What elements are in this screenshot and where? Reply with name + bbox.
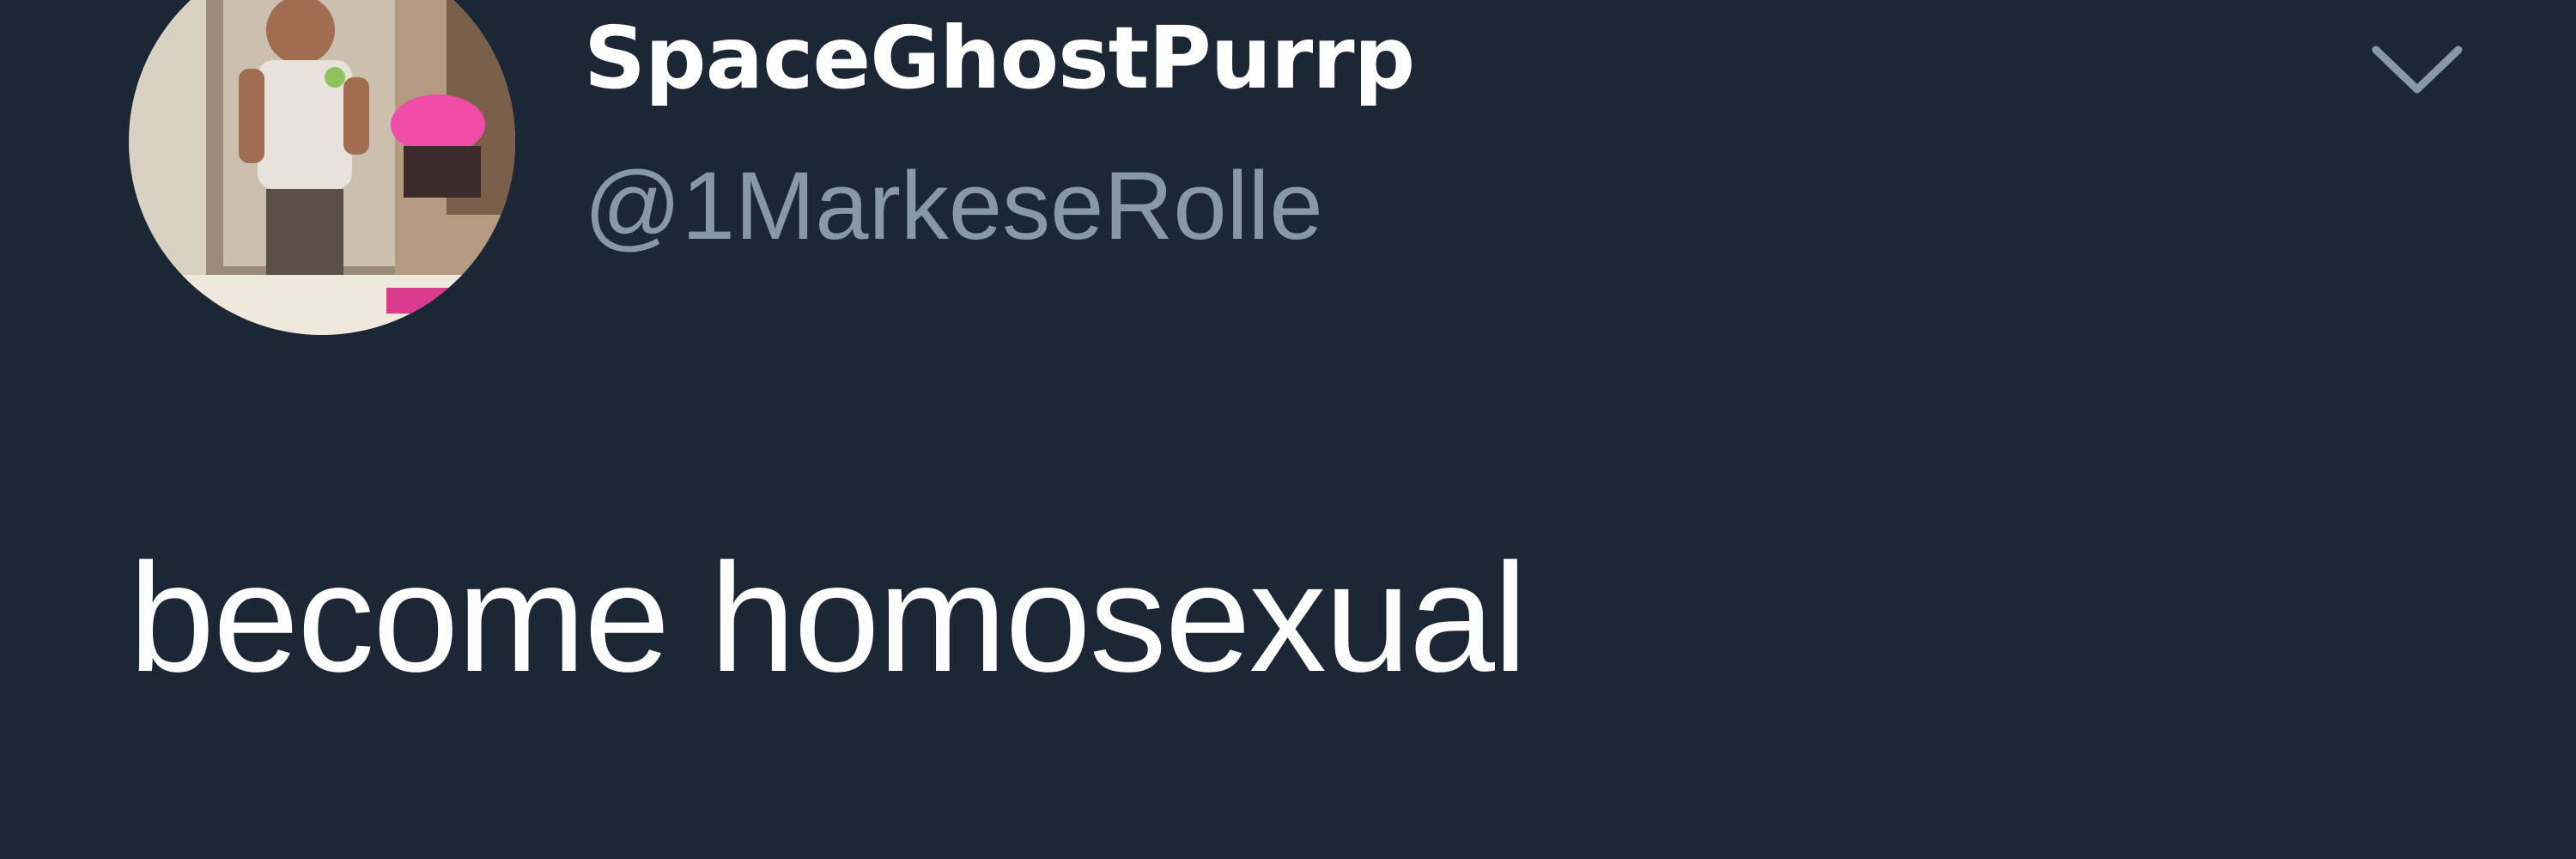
tweet-text: become homosexual	[129, 532, 1528, 704]
avatar[interactable]	[129, 0, 515, 335]
tweet-card: SpaceGhostPurrp @1MarkeseRolle become ho…	[0, 0, 2576, 859]
display-name[interactable]: SpaceGhostPurrp	[584, 7, 1415, 110]
user-handle[interactable]: @1MarkeseRolle	[584, 150, 1323, 262]
clipped-content	[129, 846, 902, 859]
avatar-photo	[129, 0, 515, 335]
chevron-down-icon[interactable]	[2357, 26, 2477, 112]
